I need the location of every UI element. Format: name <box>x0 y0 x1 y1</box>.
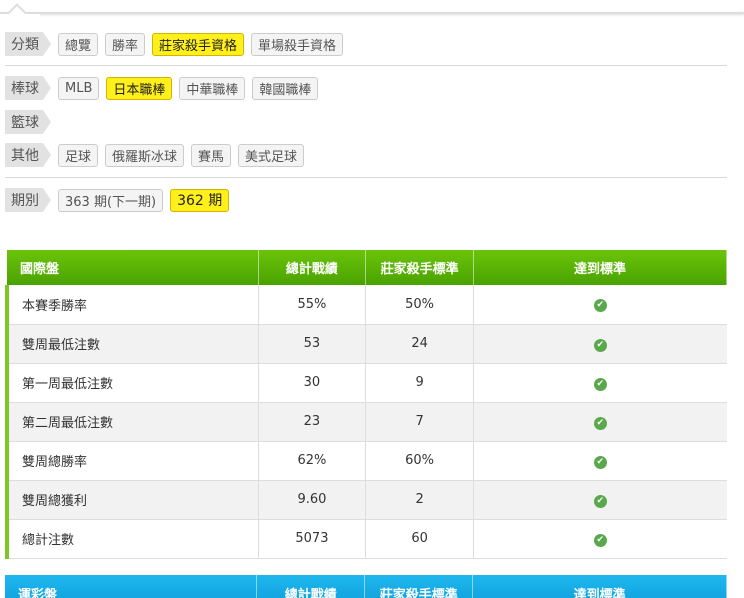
check-icon: ✔ <box>593 299 607 313</box>
category-row-label: 分類 <box>5 32 51 56</box>
table-row: 雙周總勝率 62% 60% ✔ <box>4 441 727 481</box>
header-lottery: 運彩盤 <box>5 575 258 598</box>
other-filter-row: 其他 足球 俄羅斯冰球 賽馬 美式足球 <box>5 143 305 167</box>
table-row: 本賽季勝率 55% 50% ✔ <box>4 285 727 325</box>
divider <box>5 65 727 66</box>
header-met: 達到標準 <box>473 250 728 285</box>
row-total: 30 <box>258 363 367 403</box>
chip-horse-racing[interactable]: 賽馬 <box>191 143 232 167</box>
table-row: 雙周最低注數 53 24 ✔ <box>4 324 727 364</box>
row-standard: 60% <box>365 441 474 481</box>
chip-overview[interactable]: 總覽 <box>58 32 99 56</box>
row-total: 53 <box>258 324 367 364</box>
row-total: 55% <box>258 285 367 325</box>
header-total-record: 總計戰績 <box>258 250 367 285</box>
row-standard: 9 <box>365 363 474 403</box>
row-label: 雙周總獲利 <box>4 480 259 520</box>
row-label: 雙周總勝率 <box>4 441 259 481</box>
baseball-filter-row: 棒球 MLB 日本職棒 中華職棒 韓國職棒 <box>5 76 319 100</box>
table-row: 雙周總獲利 9.60 2 ✔ <box>4 480 727 520</box>
row-total: 62% <box>258 441 367 481</box>
row-label: 本賽季勝率 <box>4 285 259 325</box>
top-divider <box>0 0 744 29</box>
header-total-record: 總計戰績 <box>256 575 366 598</box>
chip-mlb[interactable]: MLB <box>58 76 100 100</box>
chip-soccer[interactable]: 足球 <box>58 143 99 167</box>
chip-banker-killer[interactable]: 莊家殺手資格 <box>152 32 245 56</box>
row-standard: 2 <box>365 480 474 520</box>
chip-single-killer[interactable]: 單場殺手資格 <box>251 32 344 56</box>
header-standard: 莊家殺手標準 <box>365 250 474 285</box>
row-total: 5073 <box>258 519 367 559</box>
row-label: 第一周最低注數 <box>4 363 259 403</box>
header-standard: 莊家殺手標準 <box>364 575 474 598</box>
chip-kbo[interactable]: 韓國職棒 <box>252 76 319 100</box>
row-standard: 24 <box>365 324 474 364</box>
chip-khl[interactable]: 俄羅斯冰球 <box>105 143 185 167</box>
table-header-row: 運彩盤 總計戰績 莊家殺手標準 達到標準 <box>5 575 727 598</box>
row-label: 第二周最低注數 <box>4 402 259 442</box>
international-stats-table: 國際盤 總計戰績 莊家殺手標準 達到標準 本賽季勝率 55% 50% ✔ 雙周最… <box>4 250 728 559</box>
row-standard: 50% <box>365 285 474 325</box>
chip-npb[interactable]: 日本職棒 <box>106 76 173 100</box>
basketball-filter-row: 籃球 <box>5 110 51 134</box>
chip-win-rate[interactable]: 勝率 <box>105 32 146 56</box>
chip-american-football[interactable]: 美式足球 <box>238 143 305 167</box>
table-row: 第一周最低注數 30 9 ✔ <box>4 363 727 403</box>
check-icon: ✔ <box>593 494 607 508</box>
period-row-label: 期別 <box>5 188 51 212</box>
other-row-label: 其他 <box>5 143 51 167</box>
check-icon: ✔ <box>593 338 607 352</box>
chip-period-next[interactable]: 363 期(下一期) <box>58 188 164 212</box>
divider <box>5 177 727 178</box>
table-row: 總計注數 5073 60 ✔ <box>4 519 727 559</box>
header-international: 國際盤 <box>7 250 259 285</box>
check-icon: ✔ <box>593 455 607 469</box>
check-icon: ✔ <box>593 416 607 430</box>
row-label: 雙周最低注數 <box>4 324 259 364</box>
table-row: 第二周最低注數 23 7 ✔ <box>4 402 727 442</box>
header-met: 達到標準 <box>472 575 727 598</box>
category-filter-row: 分類 總覽 勝率 莊家殺手資格 單場殺手資格 <box>5 32 344 56</box>
check-icon: ✔ <box>593 377 607 391</box>
lottery-stats-table: 運彩盤 總計戰績 莊家殺手標準 達到標準 <box>5 575 727 598</box>
row-standard: 60 <box>365 519 474 559</box>
check-icon: ✔ <box>593 533 607 547</box>
period-filter-row: 期別 363 期(下一期) 362 期 <box>5 188 230 212</box>
row-standard: 7 <box>365 402 474 442</box>
table-header-row: 國際盤 總計戰績 莊家殺手標準 達到標準 <box>7 250 728 285</box>
row-total: 23 <box>258 402 367 442</box>
row-total: 9.60 <box>258 480 367 520</box>
row-label: 總計注數 <box>4 519 259 559</box>
baseball-row-label: 棒球 <box>5 76 51 100</box>
chip-period-current[interactable]: 362 期 <box>170 188 230 212</box>
chip-cpbl[interactable]: 中華職棒 <box>179 76 246 100</box>
basketball-row-label[interactable]: 籃球 <box>5 110 51 134</box>
